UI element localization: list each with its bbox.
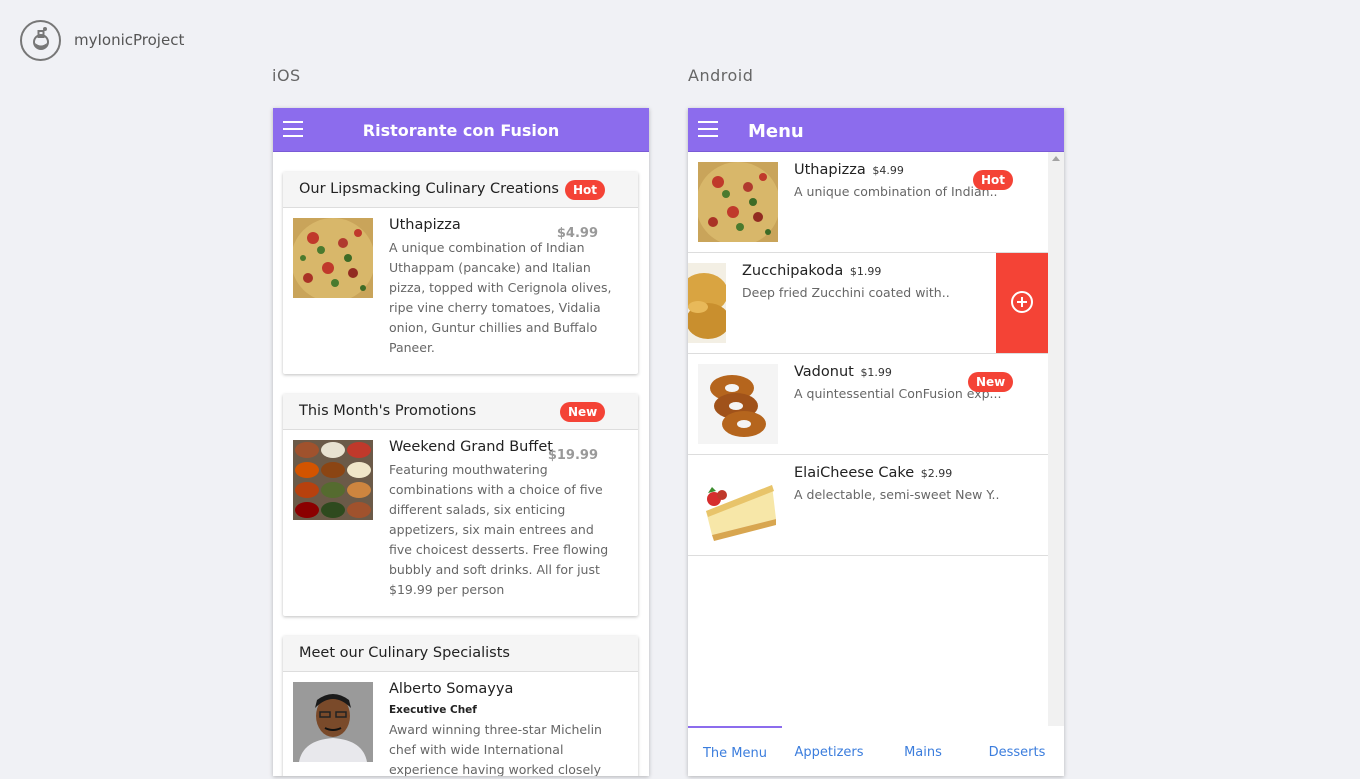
item-description: Featuring mouthwatering combinations wit…: [389, 462, 609, 597]
tab-desserts[interactable]: Desserts: [970, 726, 1064, 776]
item-price: $2.99: [920, 467, 953, 480]
tab-appetizers[interactable]: Appetizers: [782, 726, 876, 776]
featured-dish-card: Our Lipsmacking Culinary Creations Hot U…: [283, 172, 638, 374]
add-circle-icon: [1011, 291, 1033, 313]
vadonut-image: [698, 364, 778, 444]
item-price: $1.99: [849, 265, 882, 278]
item-name: Vadonut $1.99: [794, 364, 892, 380]
item-description: A unique combination of Indian..: [794, 184, 998, 199]
project-name: myIonicProject: [74, 31, 185, 49]
item-description: A delectable, semi-sweet New Y..: [794, 487, 1000, 502]
uthapizza-image: [293, 218, 373, 298]
ios-toolbar: Ristorante con Fusion: [273, 108, 649, 152]
list-item[interactable]: ElaiCheese Cake $2.99 A delectable, semi…: [688, 455, 1048, 556]
scrollbar[interactable]: [1048, 152, 1064, 726]
item-description: Deep fried Zucchini coated with..: [742, 285, 950, 300]
promotion-card: This Month's Promotions New Weekend Gran…: [283, 394, 638, 616]
card-title: This Month's Promotions: [299, 403, 477, 419]
item-name: Uthapizza: [389, 217, 461, 233]
buffet-image: [293, 440, 373, 520]
item-description: A unique combination of Indian Uthappam …: [389, 240, 612, 355]
new-badge: New: [968, 372, 1014, 392]
chef-designation: Executive Chef: [389, 704, 477, 716]
hot-badge: Hot: [973, 170, 1014, 190]
item-description: Award winning three-star Michelin chef w…: [389, 722, 602, 776]
uthapizza-image: [698, 162, 778, 242]
cheesecake-image: [698, 465, 778, 545]
android-preview: Menu Uthapizza $4.99 A unique combinatio…: [688, 108, 1064, 776]
item-name: ElaiCheese Cake $2.99: [794, 465, 953, 481]
item-price: $1.99: [860, 366, 892, 379]
toolbar-title: Ristorante con Fusion: [362, 121, 560, 140]
scroll-up-arrow-icon[interactable]: [1052, 156, 1060, 161]
item-name: Zucchipakoda $1.99: [742, 263, 882, 279]
android-toolbar: Menu: [688, 108, 1064, 152]
list-item[interactable]: Vadonut $1.99 A quintessential ConFusion…: [688, 354, 1048, 455]
chef-photo: [293, 682, 373, 762]
ios-content[interactable]: Our Lipsmacking Culinary Creations Hot U…: [273, 152, 649, 776]
card-title: Our Lipsmacking Culinary Creations: [299, 181, 559, 197]
list-item[interactable]: Uthapizza $4.99 A unique combination of …: [688, 152, 1048, 253]
item-price: $4.99: [872, 164, 904, 177]
hot-badge: Hot: [565, 180, 606, 200]
ionic-logo-icon: [20, 20, 61, 61]
item-name: Alberto Somayya: [389, 681, 514, 697]
new-badge: New: [560, 402, 606, 422]
zucchipakoda-image: [688, 263, 726, 343]
android-label: Android: [688, 66, 754, 85]
tab-mains[interactable]: Mains: [876, 726, 970, 776]
item-name: Weekend Grand Buffet: [389, 439, 553, 455]
card-title: Meet our Culinary Specialists: [299, 645, 510, 661]
add-to-favorites-button[interactable]: [996, 253, 1048, 353]
ios-label: iOS: [272, 66, 301, 85]
leader-card: Meet our Culinary Specialists Alberto So…: [283, 636, 638, 776]
menu-list[interactable]: Uthapizza $4.99 A unique combination of …: [688, 152, 1048, 726]
hamburger-menu-icon[interactable]: [698, 121, 718, 137]
list-item-swiped[interactable]: Zucchipakoda $1.99 Deep fried Zucchini c…: [688, 253, 1048, 354]
bottom-tab-bar: The Menu Appetizers Mains Desserts: [688, 726, 1064, 776]
toolbar-title: Menu: [748, 121, 804, 142]
item-name: Uthapizza $4.99: [794, 162, 904, 178]
ios-preview: Ristorante con Fusion Our Lipsmacking Cu…: [273, 108, 649, 776]
tab-the-menu[interactable]: The Menu: [688, 726, 782, 776]
